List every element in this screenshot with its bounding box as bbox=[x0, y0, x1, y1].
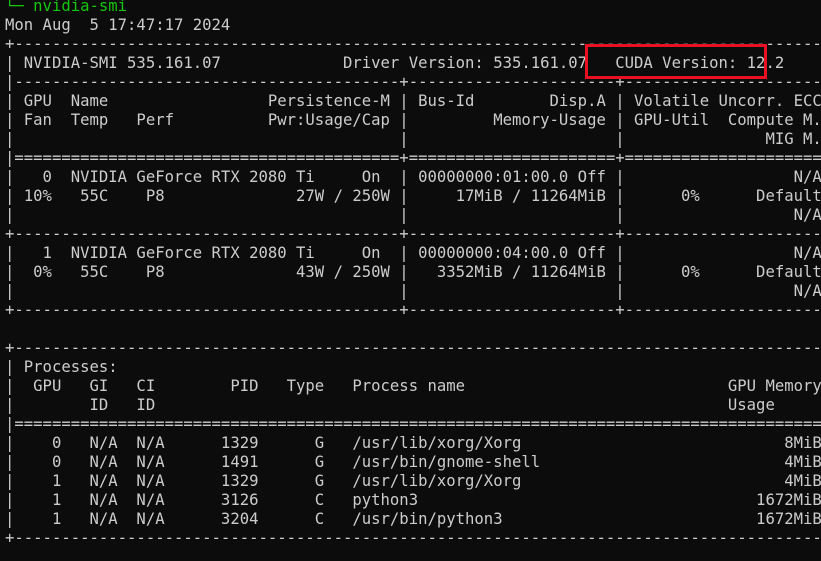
gpu1-row-1: | 1 NVIDIA GeForce RTX 2080 Ti On | 0000… bbox=[5, 244, 821, 262]
gpu-column-headers-2: | Fan Temp Perf Pwr:Usage/Cap | Memory-U… bbox=[5, 111, 821, 129]
processes-top-border: +---------------------------------------… bbox=[5, 339, 821, 357]
gpu0-row-3: | | | N/A | bbox=[5, 206, 821, 224]
header-separator: |---------------------------------------… bbox=[5, 73, 821, 91]
command-prompt-line: └─ nvidia-smi bbox=[5, 0, 128, 15]
gpu0-row-1: | 0 NVIDIA GeForce RTX 2080 Ti On | 0000… bbox=[5, 168, 821, 186]
gpu-column-headers-3: | | | MIG M. | bbox=[5, 130, 821, 148]
process-headers-border: |=======================================… bbox=[5, 415, 821, 433]
process-column-headers-1: | GPU GI CI PID Type Process name GPU Me… bbox=[5, 377, 821, 395]
gpu1-row-3: | | | N/A | bbox=[5, 282, 821, 300]
process-column-headers-2: | ID ID Usage | bbox=[5, 396, 821, 414]
gpu-separator: +---------------------------------------… bbox=[5, 225, 821, 243]
gpu1-row-2: | 0% 55C P8 43W / 250W | 3352MiB / 11264… bbox=[5, 263, 821, 281]
gpu0-row-2: | 10% 55C P8 27W / 250W | 17MiB / 11264M… bbox=[5, 187, 821, 205]
processes-bottom-border: +---------------------------------------… bbox=[5, 529, 821, 547]
terminal-output[interactable]: └─ nvidia-smi Mon Aug 5 17:47:17 2024 +-… bbox=[5, 0, 821, 561]
table-top-border: +---------------------------------------… bbox=[5, 35, 821, 53]
smi-header-line: | NVIDIA-SMI 535.161.07 Driver Version: … bbox=[5, 54, 821, 72]
process-row: | 1 N/A N/A 1329 G /usr/lib/xorg/Xorg 4M… bbox=[5, 472, 821, 490]
processes-title: | Processes: | bbox=[5, 358, 821, 376]
process-row: | 0 N/A N/A 1329 G /usr/lib/xorg/Xorg 8M… bbox=[5, 434, 821, 452]
process-row: | 0 N/A N/A 1491 G /usr/bin/gnome-shell … bbox=[5, 453, 821, 471]
date-line: Mon Aug 5 17:47:17 2024 bbox=[5, 16, 231, 34]
gpu-table-bottom-border: +---------------------------------------… bbox=[5, 301, 821, 319]
column-headers-end-border: |=======================================… bbox=[5, 149, 821, 167]
process-row: | 1 N/A N/A 3126 C python3 1672MiB | bbox=[5, 491, 821, 509]
process-row: | 1 N/A N/A 3204 C /usr/bin/python3 1672… bbox=[5, 510, 821, 528]
gpu-column-headers-1: | GPU Name Persistence-M | Bus-Id Disp.A… bbox=[5, 92, 821, 110]
